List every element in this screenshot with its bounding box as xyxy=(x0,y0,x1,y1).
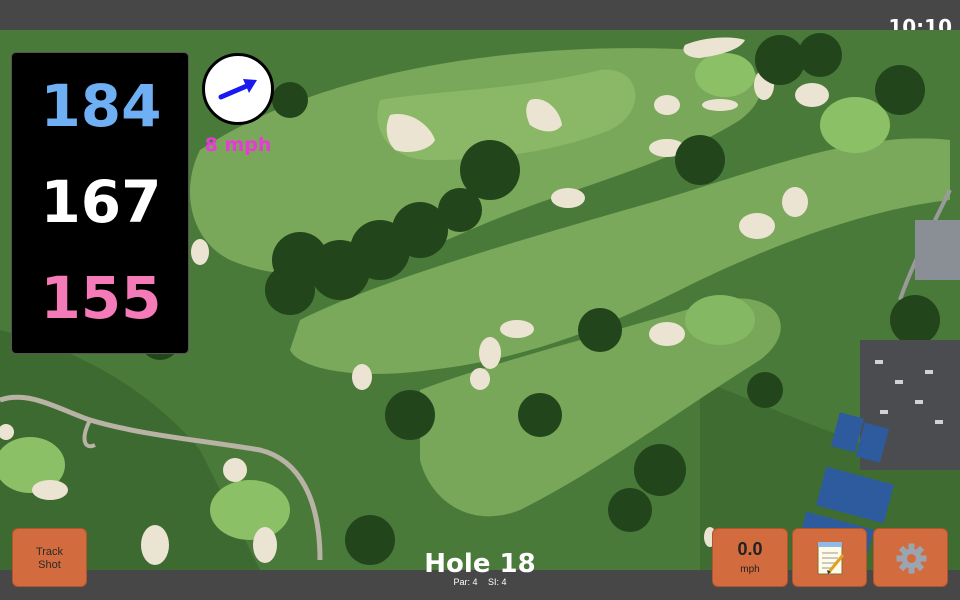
distance-front: 155 xyxy=(40,264,162,332)
course-map[interactable]: 184 167 155 8 mph xyxy=(0,30,960,570)
distance-back: 184 xyxy=(40,72,162,140)
speed-button[interactable]: 0.0 mph xyxy=(712,528,788,587)
gear-icon xyxy=(896,543,927,574)
notepad-icon xyxy=(817,542,845,575)
settings-button[interactable] xyxy=(873,528,948,587)
notes-button[interactable] xyxy=(792,528,867,587)
wind-speed-label: 8 mph xyxy=(204,134,272,156)
track-shot-label-line1: Track xyxy=(35,546,64,558)
speed-unit: mph xyxy=(740,564,760,575)
distance-panel: 184 167 155 xyxy=(11,52,189,354)
distance-middle: 167 xyxy=(40,168,162,236)
hole-stroke-index: SI: 4 xyxy=(488,577,507,587)
arrow-icon xyxy=(218,79,257,100)
status-bar: 10:10 xyxy=(0,0,960,39)
hole-title: Hole 18 xyxy=(424,549,536,579)
speed-value: 0.0 xyxy=(737,539,763,559)
wind-indicator xyxy=(202,53,274,125)
golf-gps-app: 10:10 184 167 155 8 mph Track Shot Hole … xyxy=(0,0,960,600)
hole-meta: Par: 4 SI: 4 xyxy=(380,577,580,587)
track-shot-button[interactable]: Track Shot xyxy=(12,528,87,587)
track-shot-label-line2: Shot xyxy=(38,559,61,571)
hole-par: Par: 4 xyxy=(453,577,478,587)
